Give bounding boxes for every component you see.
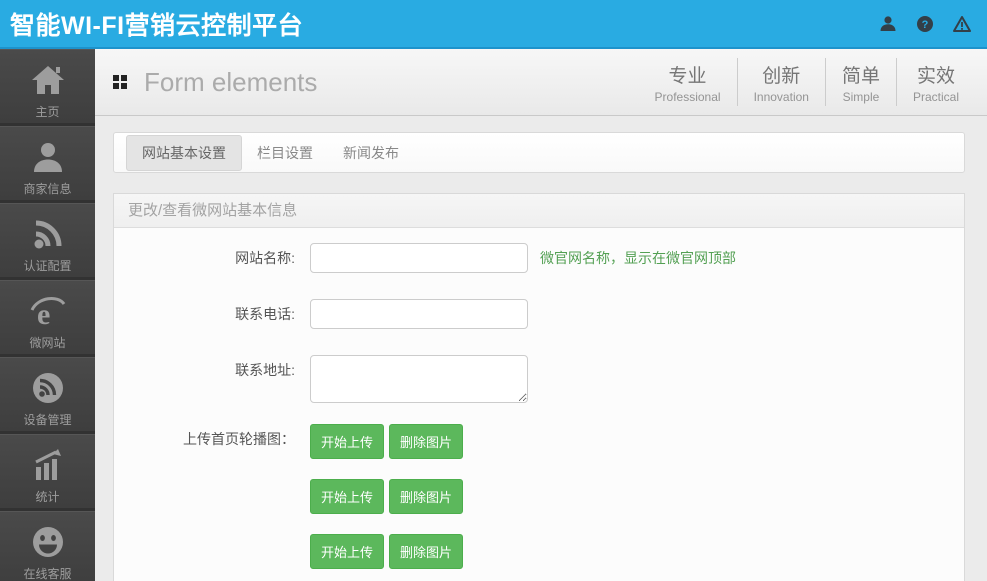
sidebar-item-label: 统计 [0,488,95,505]
content: 网站基本设置 栏目设置 新闻发布 更改/查看微网站基本信息 网站名称: 微官网名… [95,116,987,581]
rss-icon [0,218,95,252]
contact-address-label: 联系地址: [114,355,295,385]
slogans: 专业Professional 创新Innovation 简单Simple 实效P… [639,58,975,106]
main-area: Form elements 专业Professional 创新Innovatio… [95,49,987,581]
contact-phone-label: 联系电话: [114,299,295,329]
delete-image-button[interactable]: 删除图片 [389,424,463,459]
slogan-practical: 实效Practical [896,58,975,106]
page-title: Form elements [144,67,317,98]
user-icon [0,141,95,175]
help-icon[interactable]: ? [916,15,934,33]
sidebar-item-auth-config[interactable]: 认证配置 [0,203,95,277]
form-row-contact-phone: 联系电话: [114,299,964,329]
sidebar-item-merchant-info[interactable]: 商家信息 [0,126,95,200]
tab-news-publish[interactable]: 新闻发布 [328,136,414,170]
panel: 更改/查看微网站基本信息 网站名称: 微官网名称，显示在微官网顶部 联系电话: … [113,193,965,581]
sidebar-item-label: 设备管理 [0,411,95,428]
site-name-input[interactable] [310,243,528,273]
contact-address-textarea[interactable] [310,355,528,403]
tab-column-settings[interactable]: 栏目设置 [242,136,328,170]
sidebar-item-home[interactable]: 主页 [0,49,95,123]
site-name-label: 网站名称: [114,243,295,273]
svg-text:?: ? [922,19,929,31]
upload-rows: 开始上传 删除图片 开始上传 删除图片 开始上传 删除图片 [310,424,463,569]
upload-row-3: 开始上传 删除图片 [310,534,463,569]
sidebar-item-label: 商家信息 [0,180,95,197]
grid-icon [113,75,127,89]
start-upload-button[interactable]: 开始上传 [310,424,384,459]
tab-site-basic-settings[interactable]: 网站基本设置 [126,135,242,171]
sidebar-item-micro-website[interactable]: e 微网站 [0,280,95,354]
topbar-icons: ? [879,15,987,33]
slogan-professional: 专业Professional [639,58,737,106]
slogan-innovation: 创新Innovation [737,58,825,106]
sidebar-item-online-service[interactable]: 在线客服 [0,511,95,581]
chart-icon [0,449,95,483]
alert-icon[interactable] [953,15,971,33]
site-name-help: 微官网名称，显示在微官网顶部 [540,243,736,273]
form-row-site-name: 网站名称: 微官网名称，显示在微官网顶部 [114,243,964,273]
topbar: 智能WI-FI营销云控制平台 ? [0,0,987,49]
tabbar: 网站基本设置 栏目设置 新闻发布 [113,132,965,173]
smiley-icon [0,526,95,560]
slogan-simple: 简单Simple [825,58,896,106]
delete-image-button[interactable]: 删除图片 [389,534,463,569]
sidebar-item-label: 主页 [0,103,95,120]
upload-row-2: 开始上传 删除图片 [310,479,463,514]
sidebar-item-label: 认证配置 [0,257,95,274]
sidebar-item-device-management[interactable]: 设备管理 [0,357,95,431]
form-row-carousel-upload: 上传首页轮播图： 开始上传 删除图片 开始上传 删除图片 开始上 [114,424,964,569]
home-icon [0,64,95,98]
start-upload-button[interactable]: 开始上传 [310,534,384,569]
delete-image-button[interactable]: 删除图片 [389,479,463,514]
user-icon[interactable] [879,15,897,33]
sidebar-item-label: 在线客服 [0,565,95,581]
page-header: Form elements 专业Professional 创新Innovatio… [95,49,987,116]
contact-phone-input[interactable] [310,299,528,329]
explorer-icon: e [0,295,95,329]
carousel-upload-label: 上传首页轮播图： [114,424,295,454]
panel-body: 网站名称: 微官网名称，显示在微官网顶部 联系电话: 联系地址: 上传首页轮播图… [114,228,964,581]
app-title: 智能WI-FI营销云控制平台 [0,6,303,42]
upload-row-1: 开始上传 删除图片 [310,424,463,459]
sidebar-item-label: 微网站 [0,334,95,351]
rss-circle-icon [0,372,95,406]
form-row-contact-address: 联系地址: [114,355,964,403]
sidebar-item-statistics[interactable]: 统计 [0,434,95,508]
sidebar: 主页 商家信息 认证配置 e 微网站 设备管理 [0,49,95,581]
start-upload-button[interactable]: 开始上传 [310,479,384,514]
panel-title: 更改/查看微网站基本信息 [114,194,964,228]
page: 智能WI-FI营销云控制平台 ? 主页 商家信息 [0,0,987,581]
